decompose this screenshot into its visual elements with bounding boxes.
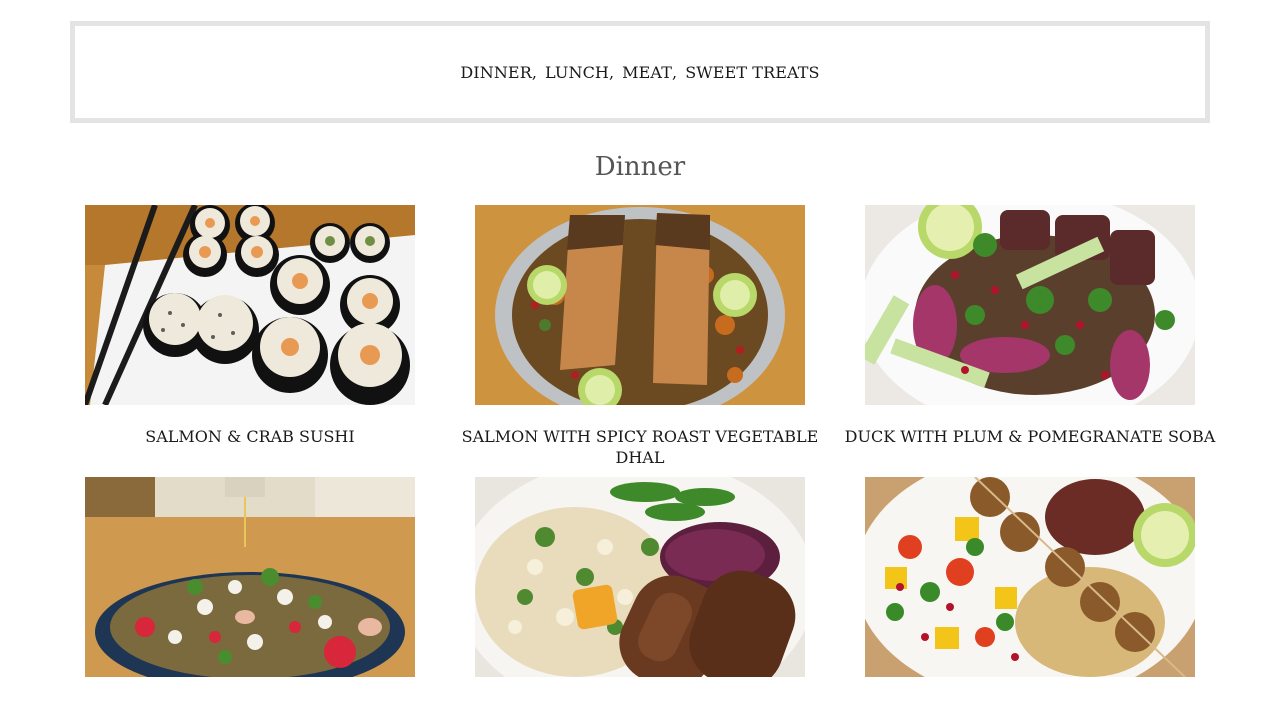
category-link-dinner[interactable]: DINNER <box>460 63 531 82</box>
category-link-sweet-treats[interactable]: SWEET TREATS <box>685 63 819 82</box>
section-title: Dinner <box>594 152 686 182</box>
category-separator: , <box>672 62 678 82</box>
recipe-image-duck-soba[interactable] <box>865 205 1195 405</box>
recipe-image-sushi[interactable] <box>85 205 415 405</box>
category-separator: , <box>531 62 538 82</box>
recipe-title[interactable]: DUCK WITH PLUM & POMEGRANATE SOBA <box>835 426 1225 447</box>
category-separator: , <box>608 62 615 82</box>
category-link-lunch[interactable]: LUNCH <box>545 63 609 82</box>
recipe-image-salmon-dhal[interactable] <box>475 205 805 405</box>
recipe-image-skewers-salsa[interactable] <box>865 477 1195 677</box>
recipe-title[interactable]: SALMON & CRAB SUSHI <box>55 426 445 447</box>
recipe-image-salad-bowl[interactable] <box>85 477 415 677</box>
recipe-image-sausage-risotto[interactable] <box>475 477 805 677</box>
category-list: DINNER, LUNCH, MEAT, SWEET TREATS <box>460 63 819 82</box>
recipe-title[interactable]: SALMON WITH SPICY ROAST VEGETABLE DHAL <box>445 426 835 468</box>
category-link-meat[interactable]: MEAT <box>622 63 672 82</box>
category-box: DINNER, LUNCH, MEAT, SWEET TREATS <box>70 21 1210 123</box>
